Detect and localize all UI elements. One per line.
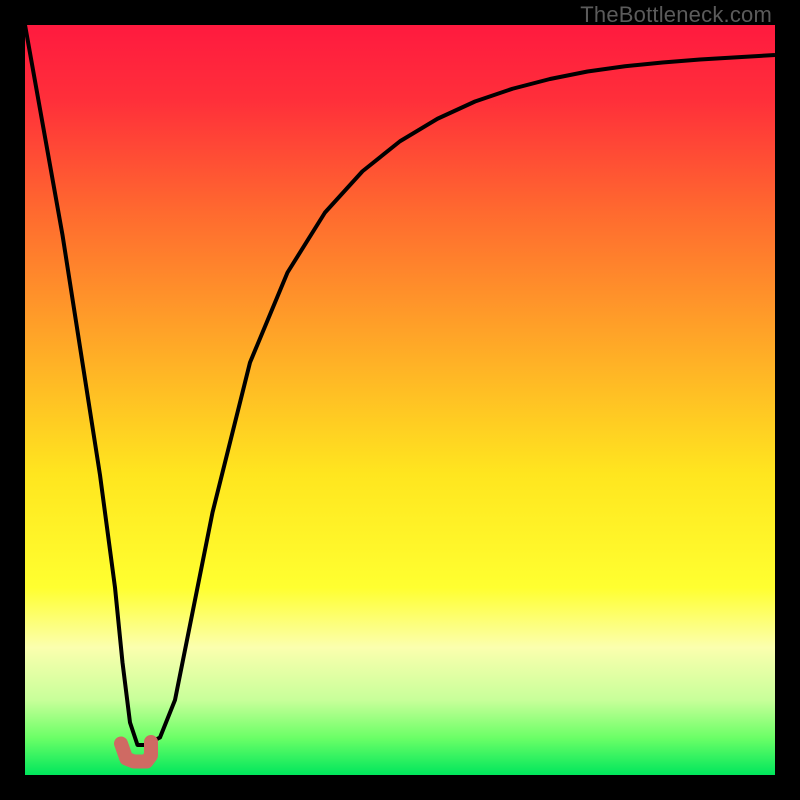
watermark-text: TheBottleneck.com <box>580 2 772 28</box>
chart-frame: TheBottleneck.com <box>0 0 800 800</box>
gradient-background <box>25 25 775 775</box>
plot-area <box>25 25 775 775</box>
chart-svg <box>25 25 775 775</box>
